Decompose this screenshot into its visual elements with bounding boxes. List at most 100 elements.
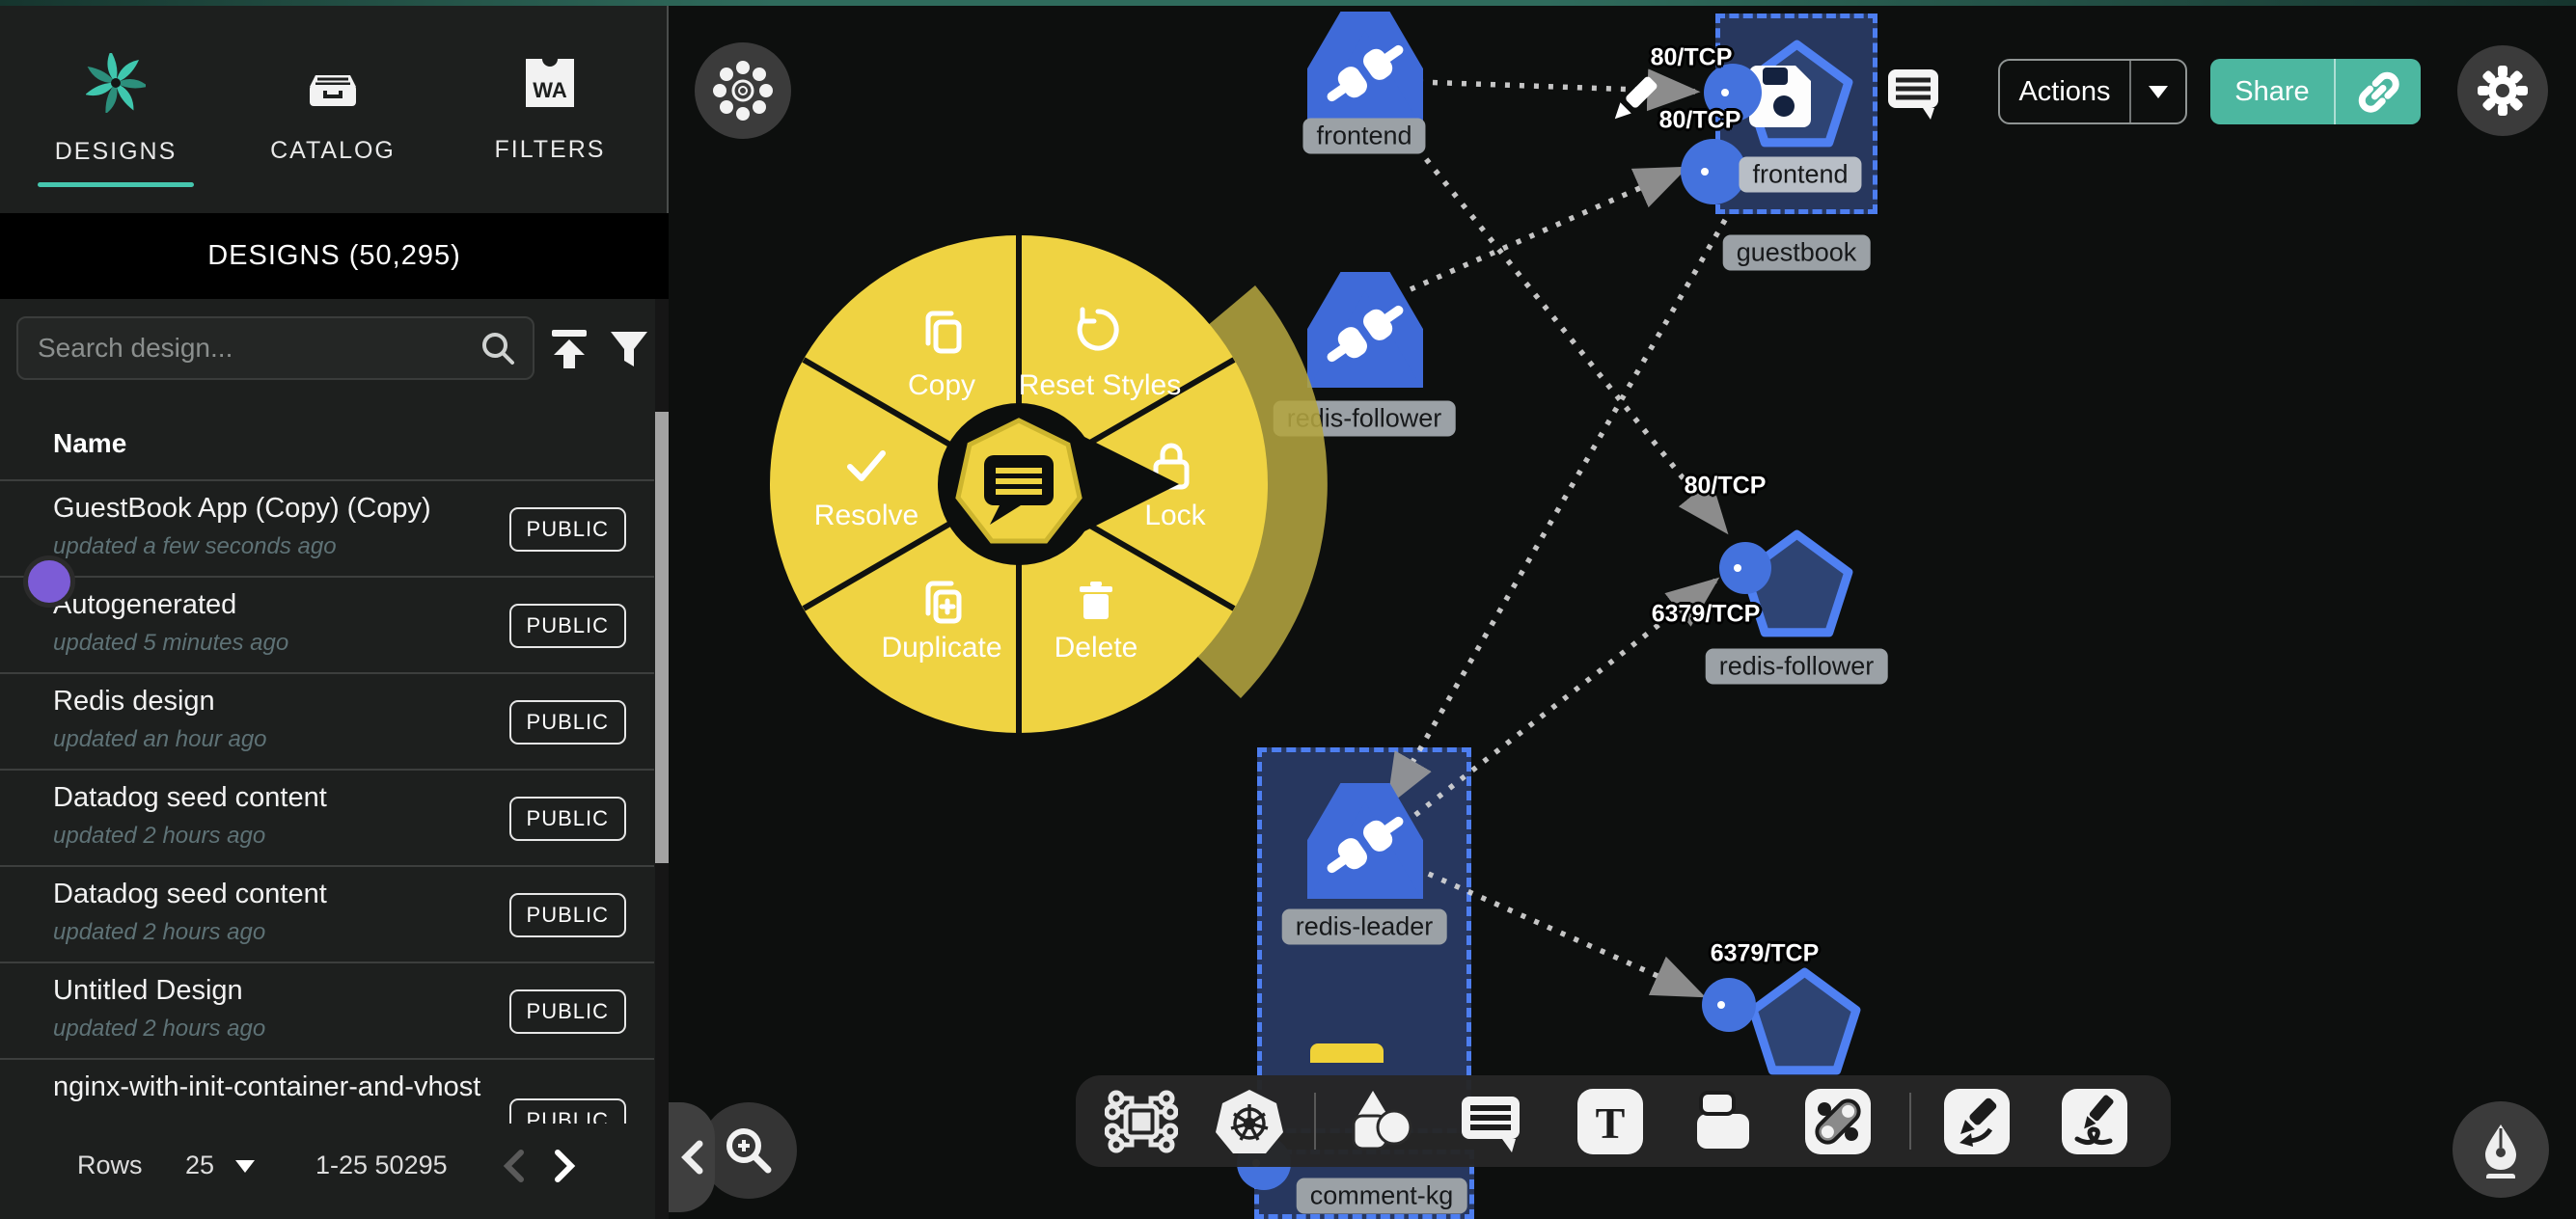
copy-link-button[interactable] bbox=[2336, 59, 2421, 124]
design-updated: updated 2 hours ago bbox=[53, 823, 265, 850]
design-row[interactable]: Datadog seed content updated 2 hours ago… bbox=[0, 769, 654, 865]
components-circuit-icon[interactable] bbox=[1105, 1085, 1178, 1158]
visibility-badge[interactable]: PUBLIC bbox=[509, 893, 626, 937]
filter-funnel-button[interactable] bbox=[608, 328, 650, 370]
catalog-archive-icon bbox=[304, 54, 362, 112]
actions-button-label[interactable]: Actions bbox=[2000, 61, 2129, 122]
edge-label: 80/TCP bbox=[1685, 473, 1767, 501]
zoom-in-icon bbox=[721, 1123, 777, 1178]
design-updated: updated 2 hours ago bbox=[53, 919, 265, 946]
radial-item-lock[interactable]: Lock bbox=[1144, 500, 1205, 532]
kubernetes-icon[interactable] bbox=[1213, 1085, 1286, 1158]
node-label-guestbook: guestbook bbox=[1723, 235, 1871, 271]
svg-text:T: T bbox=[1596, 1098, 1626, 1148]
radial-item-resolve[interactable]: Resolve bbox=[814, 500, 918, 532]
shapes-icon[interactable] bbox=[1344, 1085, 1417, 1158]
rows-per-page-value: 25 bbox=[185, 1151, 214, 1179]
radial-item-duplicate[interactable]: Duplicate bbox=[881, 632, 1001, 664]
design-row[interactable]: Untitled Design updated 2 hours ago PUBL… bbox=[0, 962, 654, 1058]
cluster-visibility-button[interactable] bbox=[695, 42, 791, 139]
active-tab-indicator bbox=[38, 182, 194, 187]
tab-filters[interactable]: WA FILTERS bbox=[444, 6, 656, 213]
sidebar-collapse-button[interactable] bbox=[669, 1102, 715, 1212]
pen-nib-icon bbox=[2472, 1121, 2530, 1178]
tab-filters-label: FILTERS bbox=[495, 136, 606, 164]
sidebar-scrollbar-thumb[interactable] bbox=[655, 412, 669, 863]
design-updated: updated 5 minutes ago bbox=[53, 630, 288, 657]
design-row[interactable]: Autogenerated updated 5 minutes ago PUBL… bbox=[0, 576, 654, 672]
column-header-name: Name bbox=[53, 428, 126, 459]
tab-designs-label: DESIGNS bbox=[55, 138, 178, 166]
actions-dropdown-toggle[interactable] bbox=[2131, 61, 2185, 122]
rectangle-node-icon[interactable] bbox=[1693, 1085, 1767, 1158]
dock-divider bbox=[1314, 1093, 1316, 1150]
tab-catalog[interactable]: CATALOG bbox=[227, 6, 439, 213]
next-page-button[interactable] bbox=[552, 1149, 577, 1183]
radial-item-copy[interactable]: Copy bbox=[908, 369, 975, 402]
comment-icon[interactable] bbox=[1884, 64, 1942, 122]
radial-item-delete[interactable]: Delete bbox=[1055, 632, 1138, 664]
radial-context-menu[interactable] bbox=[681, 147, 1357, 822]
visibility-badge[interactable]: PUBLIC bbox=[509, 507, 626, 552]
design-updated: updated an hour ago bbox=[53, 726, 267, 753]
share-button-label[interactable]: Share bbox=[2210, 59, 2334, 124]
text-tool-icon[interactable]: T bbox=[1574, 1085, 1647, 1158]
endpoint-circle[interactable] bbox=[1700, 976, 1758, 1034]
endpoint-circle[interactable] bbox=[1679, 137, 1748, 206]
freehand-pencil-icon[interactable] bbox=[2058, 1085, 2131, 1158]
link-icon bbox=[2353, 67, 2403, 117]
share-button[interactable]: Share bbox=[2210, 59, 2421, 124]
tab-catalog-label: CATALOG bbox=[270, 137, 396, 165]
node-label-frontend-service: frontend bbox=[1739, 157, 1861, 193]
visibility-badge[interactable]: PUBLIC bbox=[509, 797, 626, 841]
design-name: Datadog seed content bbox=[53, 879, 327, 910]
panel-title: DESIGNS (50,295) bbox=[0, 213, 669, 299]
rows-per-page-select[interactable]: 25 bbox=[185, 1151, 255, 1180]
rows-label: Rows bbox=[77, 1151, 143, 1180]
node-label-redis-leader: redis-leader bbox=[1282, 909, 1447, 945]
avatar[interactable] bbox=[23, 555, 75, 608]
comment-annotation-partial[interactable] bbox=[1310, 1043, 1384, 1063]
top-accent-strip bbox=[0, 0, 2576, 6]
search-input[interactable] bbox=[18, 333, 479, 364]
cluster-icon bbox=[712, 60, 774, 122]
visibility-badge[interactable]: PUBLIC bbox=[509, 604, 626, 648]
node-frontend-deployment[interactable] bbox=[1307, 12, 1423, 127]
design-row[interactable]: GuestBook App (Copy) (Copy) updated a fe… bbox=[0, 479, 654, 576]
pagination-bar: Rows 25 1-25 50295 bbox=[0, 1124, 654, 1219]
design-row[interactable]: Datadog seed content updated 2 hours ago… bbox=[0, 865, 654, 962]
visibility-badge[interactable]: PUBLIC bbox=[509, 700, 626, 745]
edge-label: 6379/TCP bbox=[1652, 601, 1761, 629]
zoom-in-button[interactable] bbox=[700, 1102, 797, 1199]
design-name: Untitled Design bbox=[53, 975, 243, 1007]
design-name: Autogenerated bbox=[53, 589, 236, 621]
edge-label: 80/TCP bbox=[1659, 107, 1741, 135]
design-row[interactable]: Redis design updated an hour ago PUBLIC bbox=[0, 672, 654, 769]
endpoint-circle[interactable] bbox=[1717, 540, 1773, 596]
gear-icon bbox=[2476, 64, 2530, 118]
svg-text:WA: WA bbox=[533, 78, 567, 102]
actions-button[interactable]: Actions bbox=[1998, 59, 2187, 124]
import-design-button[interactable] bbox=[548, 328, 590, 370]
tool-dock: T bbox=[1076, 1075, 2171, 1167]
pencil-icon[interactable] bbox=[1604, 68, 1666, 129]
comment-tool-icon[interactable] bbox=[1454, 1085, 1527, 1158]
edge-label: 6379/TCP bbox=[1711, 940, 1820, 968]
chain-link-icon[interactable] bbox=[1801, 1085, 1875, 1158]
node-label-comment-kg: comment-kg bbox=[1297, 1178, 1467, 1214]
pen-mode-button[interactable] bbox=[2453, 1101, 2549, 1198]
dock-divider bbox=[1909, 1093, 1911, 1150]
radial-item-reset-styles[interactable]: Reset Styles bbox=[1019, 369, 1181, 402]
previous-page-button[interactable] bbox=[502, 1149, 527, 1183]
visibility-badge[interactable]: PUBLIC bbox=[509, 989, 626, 1034]
design-canvas[interactable] bbox=[671, 0, 2576, 1219]
settings-button[interactable] bbox=[2457, 45, 2548, 136]
node-label-redis-follower-service: redis-follower bbox=[1706, 649, 1888, 685]
page-range: 1-25 50295 bbox=[315, 1151, 448, 1180]
edge-pen-icon[interactable] bbox=[1940, 1085, 2014, 1158]
chevron-down-icon bbox=[2149, 86, 2168, 98]
design-name: Datadog seed content bbox=[53, 782, 327, 814]
search-box bbox=[16, 316, 534, 380]
designs-sidebar: DESIGNS CATALOG WA FILTERS DESI bbox=[0, 0, 669, 1219]
design-name: Redis design bbox=[53, 686, 215, 718]
